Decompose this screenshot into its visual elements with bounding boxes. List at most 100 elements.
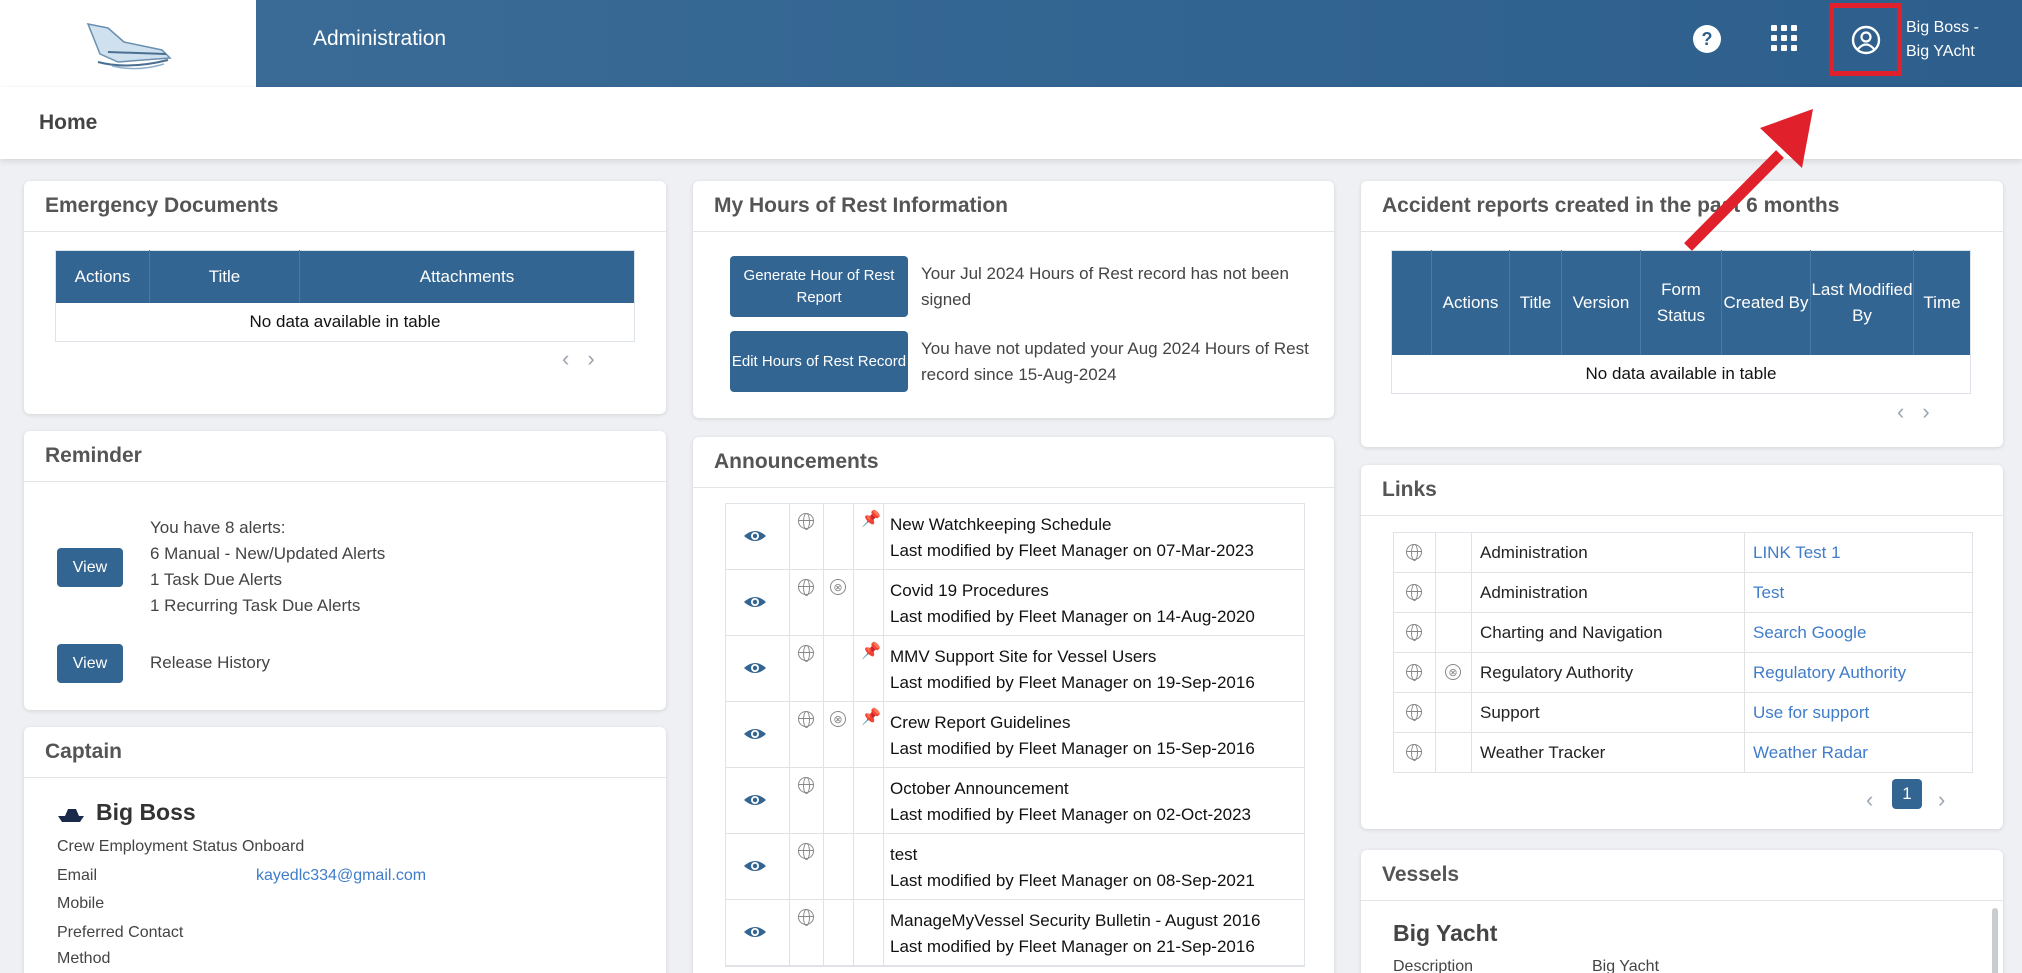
eye-icon[interactable] bbox=[743, 924, 767, 940]
link-anchor[interactable]: LINK Test 1 bbox=[1744, 532, 1973, 573]
announcement-title[interactable]: New Watchkeeping Schedule bbox=[890, 512, 1298, 538]
captain-email-link[interactable]: kayedlc334@gmail.com bbox=[256, 863, 426, 889]
link-row[interactable]: Administration Test bbox=[1393, 572, 1973, 613]
link-row[interactable]: Support Use for support bbox=[1393, 692, 1973, 733]
globe-cell bbox=[1393, 732, 1436, 773]
view-alerts-button[interactable]: View bbox=[57, 548, 123, 587]
announcement-title[interactable]: Covid 19 Procedures bbox=[890, 578, 1298, 604]
breadcrumb: Home bbox=[0, 87, 2022, 159]
vessels-scrollbar[interactable] bbox=[1992, 908, 1998, 973]
prev-page-icon[interactable]: ‹ bbox=[1897, 399, 1922, 424]
next-page-icon[interactable]: › bbox=[1922, 399, 1947, 424]
breadcrumb-home[interactable]: Home bbox=[39, 111, 97, 135]
reminder-card: Reminder View You have 8 alerts: 6 Manua… bbox=[24, 431, 666, 710]
link-category: Administration bbox=[1471, 532, 1745, 573]
column-header-title[interactable]: Title bbox=[1509, 250, 1562, 355]
emergency-documents-card: Emergency Documents Actions Title Attach… bbox=[24, 181, 666, 414]
page-number-button[interactable]: 1 bbox=[1892, 779, 1922, 809]
announcement-text[interactable]: Covid 19 Procedures Last modified by Fle… bbox=[884, 570, 1304, 635]
announcements-title: Announcements bbox=[693, 437, 1334, 488]
announcement-row[interactable]: ⊗ Covid 19 Procedures Last modified by F… bbox=[726, 570, 1304, 636]
regulatory-cell: ⊗ bbox=[824, 702, 854, 767]
regulatory-icon: ⊗ bbox=[830, 711, 846, 727]
pin-cell bbox=[854, 900, 884, 965]
announcement-row[interactable]: October Announcement Last modified by Fl… bbox=[726, 768, 1304, 834]
next-page-icon[interactable]: › bbox=[587, 346, 612, 371]
link-anchor[interactable]: Use for support bbox=[1744, 692, 1973, 733]
link-anchor[interactable]: Weather Radar bbox=[1744, 732, 1973, 773]
empty-table-message: No data available in table bbox=[249, 311, 441, 331]
prev-page-icon[interactable]: ‹ bbox=[562, 346, 587, 371]
announcement-title[interactable]: test bbox=[890, 842, 1298, 868]
link-anchor[interactable]: Search Google bbox=[1744, 612, 1973, 653]
announcement-row[interactable]: test Last modified by Fleet Manager on 0… bbox=[726, 834, 1304, 900]
announcement-title[interactable]: October Announcement bbox=[890, 776, 1298, 802]
announcement-title[interactable]: Crew Report Guidelines bbox=[890, 710, 1298, 736]
column-header-version[interactable]: Version bbox=[1561, 250, 1641, 355]
eye-icon[interactable] bbox=[743, 792, 767, 808]
eye-icon[interactable] bbox=[743, 660, 767, 676]
announcement-text[interactable]: Crew Report Guidelines Last modified by … bbox=[884, 702, 1304, 767]
announcement-text[interactable]: MMV Support Site for Vessel Users Last m… bbox=[884, 636, 1304, 701]
link-anchor[interactable]: Test bbox=[1744, 572, 1973, 613]
announcement-row[interactable]: ManageMyVessel Security Bulletin - Augus… bbox=[726, 900, 1304, 966]
column-header-form-status[interactable]: Form Status bbox=[1640, 250, 1722, 355]
link-row[interactable]: Administration LINK Test 1 bbox=[1393, 532, 1973, 573]
column-header-actions[interactable]: Actions bbox=[55, 250, 150, 303]
pin-icon: 📌 bbox=[861, 709, 881, 726]
column-header-actions[interactable]: Actions bbox=[1431, 250, 1510, 355]
link-category: Support bbox=[1471, 692, 1745, 733]
regulatory-cell bbox=[824, 768, 854, 833]
globe-icon bbox=[798, 777, 814, 794]
column-header-select[interactable] bbox=[1391, 250, 1432, 355]
announcement-text[interactable]: test Last modified by Fleet Manager on 0… bbox=[884, 834, 1304, 899]
column-header-title[interactable]: Title bbox=[149, 250, 300, 303]
link-row[interactable]: ⊗ Regulatory Authority Regulatory Authorit… bbox=[1393, 652, 1973, 693]
globe-cell bbox=[790, 768, 824, 833]
regulatory-icon: ⊗ bbox=[1445, 664, 1461, 680]
regulatory-cell bbox=[1435, 572, 1472, 613]
announcement-text[interactable]: October Announcement Last modified by Fl… bbox=[884, 768, 1304, 833]
eye-icon[interactable] bbox=[743, 528, 767, 544]
announcement-row[interactable]: 📌 New Watchkeeping Schedule Last modifie… bbox=[726, 504, 1304, 570]
preferred-contact-label: Preferred Contact bbox=[57, 924, 184, 941]
help-button[interactable]: ? bbox=[1693, 25, 1721, 53]
announcement-text[interactable]: ManageMyVessel Security Bulletin - Augus… bbox=[884, 900, 1304, 965]
eye-icon[interactable] bbox=[743, 858, 767, 874]
prev-page-icon[interactable]: ‹ bbox=[1866, 787, 1873, 813]
announcement-row[interactable]: ⊗ 📌 Crew Report Guidelines Last modified … bbox=[726, 702, 1304, 768]
generate-hour-of-rest-report-button[interactable]: Generate Hour of Rest Report bbox=[730, 256, 908, 317]
column-header-attachments[interactable]: Attachments bbox=[299, 250, 635, 303]
link-row[interactable]: Weather Tracker Weather Radar bbox=[1393, 732, 1973, 773]
company-logo[interactable] bbox=[0, 0, 256, 87]
user-name[interactable]: Big Boss - Big YAcht bbox=[1906, 16, 1979, 64]
eye-icon[interactable] bbox=[743, 726, 767, 742]
column-header-time[interactable]: Time bbox=[1913, 250, 1971, 355]
view-cell bbox=[726, 768, 790, 833]
view-release-history-button[interactable]: View bbox=[57, 644, 123, 683]
announcement-modified: Last modified by Fleet Manager on 07-Mar… bbox=[890, 541, 1254, 560]
announcement-title[interactable]: MMV Support Site for Vessel Users bbox=[890, 644, 1298, 670]
link-row[interactable]: Charting and Navigation Search Google bbox=[1393, 612, 1973, 653]
pin-cell: 📌 bbox=[854, 636, 884, 701]
user-profile-button[interactable] bbox=[1829, 3, 1902, 76]
next-page-icon[interactable]: › bbox=[1938, 787, 1945, 813]
yacht-icon bbox=[58, 809, 84, 822]
column-header-created-by[interactable]: Created By bbox=[1721, 250, 1811, 355]
apps-grid-icon[interactable] bbox=[1771, 25, 1799, 53]
announcement-text[interactable]: New Watchkeeping Schedule Last modified … bbox=[884, 504, 1304, 569]
regulatory-cell bbox=[824, 834, 854, 899]
edit-hours-of-rest-record-button[interactable]: Edit Hours of Rest Record bbox=[730, 331, 908, 392]
announcement-row[interactable]: 📌 MMV Support Site for Vessel Users Last… bbox=[726, 636, 1304, 702]
eye-icon[interactable] bbox=[743, 594, 767, 610]
table-pager: ‹› bbox=[562, 346, 613, 372]
column-header-last-modified-by[interactable]: Last Modified By bbox=[1810, 250, 1914, 355]
view-cell bbox=[726, 702, 790, 767]
announcements-table: 📌 New Watchkeeping Schedule Last modifie… bbox=[725, 503, 1305, 967]
accident-reports-card: Accident reports created in the past 6 m… bbox=[1361, 181, 2003, 447]
announcement-title[interactable]: ManageMyVessel Security Bulletin - Augus… bbox=[890, 908, 1298, 934]
link-anchor[interactable]: Regulatory Authority bbox=[1744, 652, 1973, 693]
captain-name: Big Boss bbox=[96, 799, 196, 825]
email-label: Email bbox=[57, 867, 98, 884]
pin-cell: 📌 bbox=[854, 702, 884, 767]
